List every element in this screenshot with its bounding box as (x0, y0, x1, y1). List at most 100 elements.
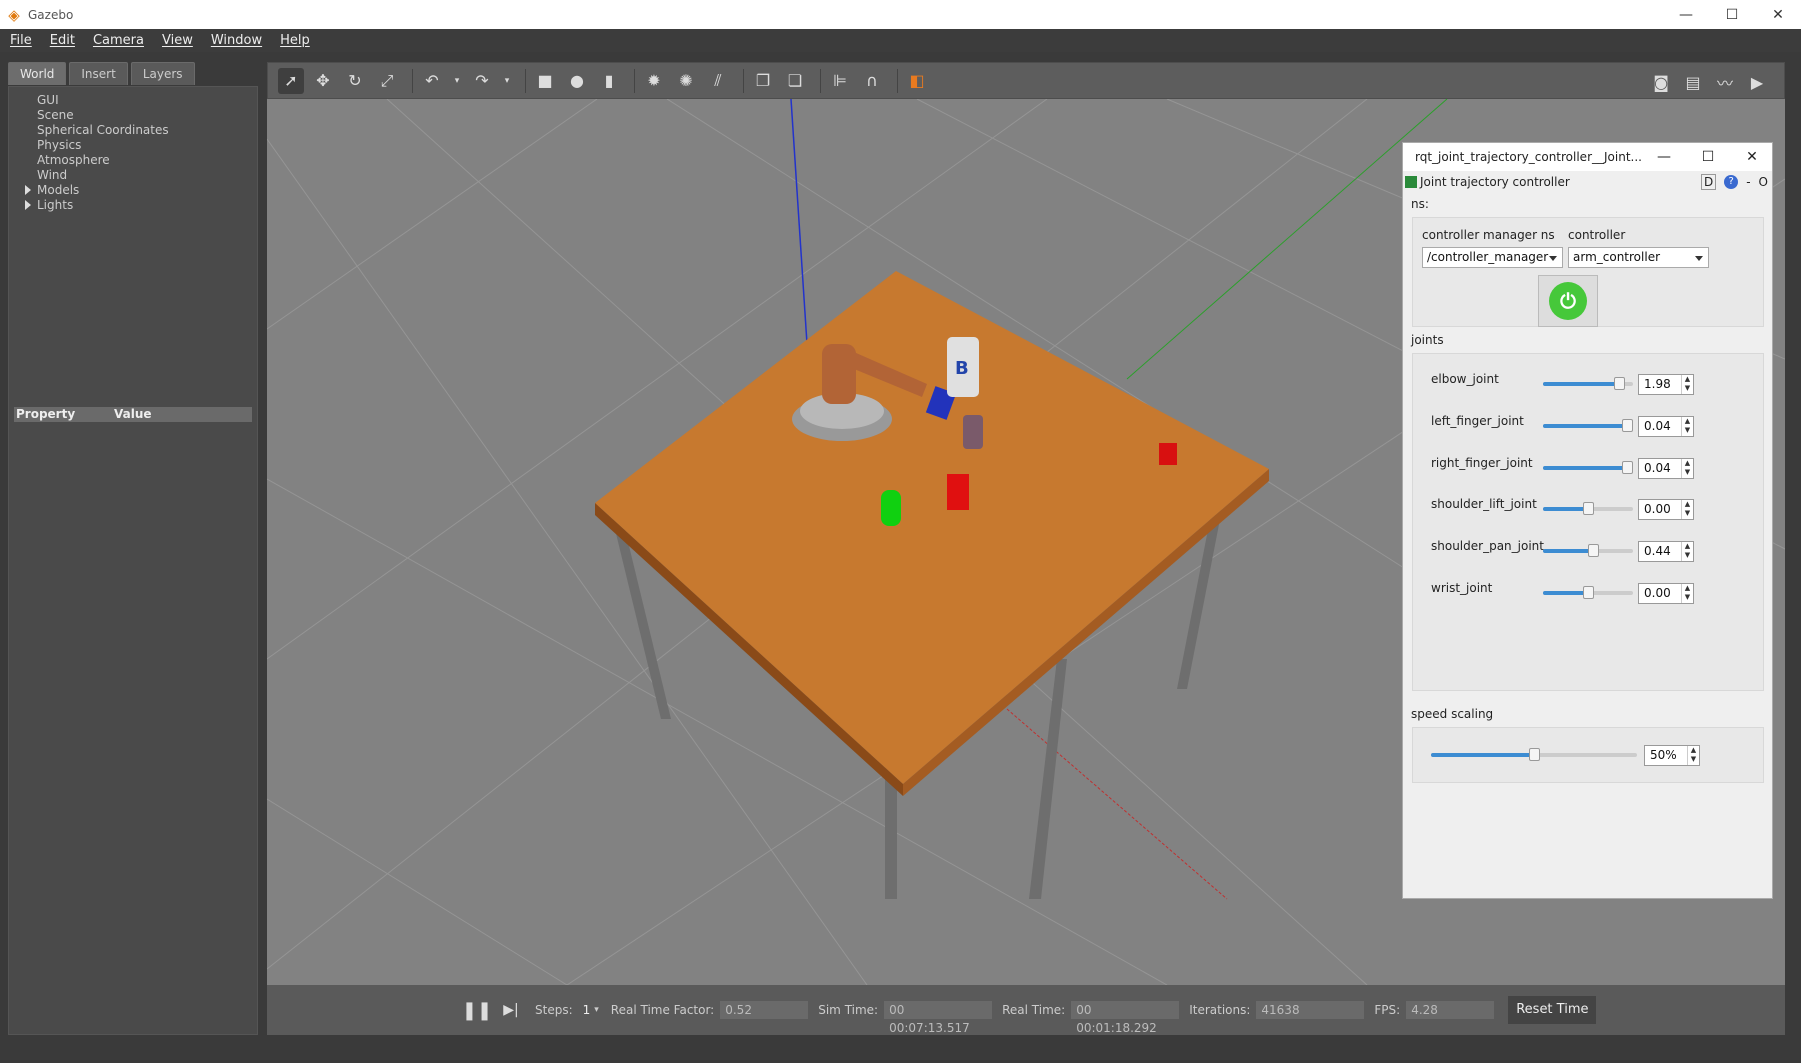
small-can[interactable] (963, 415, 983, 449)
joint-spinbox[interactable]: 0.04 ▲ ▼ (1638, 457, 1694, 479)
red-cube[interactable] (1159, 443, 1177, 465)
log-icon[interactable]: ▤ (1680, 69, 1706, 95)
cylinder-icon[interactable]: ▮ (596, 68, 622, 94)
view-angle-icon[interactable]: ◧ (904, 68, 930, 94)
toolbar-separator (820, 68, 821, 93)
slider-handle[interactable] (1588, 544, 1600, 558)
close-button[interactable]: ✕ (1755, 0, 1801, 29)
copy-icon[interactable]: ❐ (750, 68, 776, 94)
tree-item[interactable]: GUI (23, 93, 169, 108)
rqt-minimize-button[interactable]: — (1642, 149, 1686, 165)
reset-time-button[interactable]: Reset Time (1508, 996, 1597, 1024)
menu-view[interactable]: View (162, 33, 193, 48)
minimize-plugin-button[interactable]: - (1746, 175, 1750, 189)
spin-arrows-icon[interactable]: ▲ ▼ (1681, 416, 1693, 436)
rotate-icon[interactable]: ↻ (342, 68, 368, 94)
rqt-maximize-button[interactable]: ☐ (1686, 149, 1730, 165)
tree-item[interactable]: Scene (23, 108, 169, 123)
joint-spinbox[interactable]: 0.04 ▲ ▼ (1638, 415, 1694, 437)
spin-arrows-icon[interactable]: ▲ ▼ (1681, 375, 1693, 394)
value-column-header: Value (114, 407, 152, 421)
snap-icon[interactable]: ∩ (859, 68, 885, 94)
expand-arrow-icon[interactable] (25, 200, 31, 210)
tab-layers[interactable]: Layers (130, 62, 195, 85)
tab-insert[interactable]: Insert (69, 62, 128, 85)
plot-icon[interactable]: 〰 (1712, 69, 1738, 95)
rqt-close-button[interactable]: ✕ (1730, 149, 1774, 165)
joint-spinbox[interactable]: 0.44 ▲ ▼ (1638, 541, 1694, 563)
pause-icon[interactable]: ❚❚ (462, 1000, 492, 1021)
expand-arrow-icon[interactable] (25, 185, 31, 195)
undo-icon[interactable]: ↶ (419, 68, 445, 94)
joint-slider[interactable] (1543, 377, 1633, 390)
tree-item[interactable]: Spherical Coordinates (23, 123, 169, 138)
speed-slider[interactable] (1431, 748, 1637, 761)
green-cylinder[interactable] (881, 490, 901, 526)
red-block[interactable] (947, 474, 969, 510)
select-icon[interactable]: ➚ (278, 67, 304, 94)
joint-slider[interactable] (1543, 586, 1633, 599)
spot-light-icon[interactable]: ✺ (673, 68, 699, 94)
joint-spinbox[interactable]: 0.00 ▲ ▼ (1638, 499, 1694, 521)
translate-icon[interactable]: ✥ (310, 68, 336, 94)
tree-item[interactable]: Wind (23, 168, 169, 183)
power-button[interactable]: ⏻ (1538, 275, 1598, 327)
joint-slider[interactable] (1543, 460, 1633, 474)
tree-item[interactable]: Atmosphere (23, 153, 169, 168)
tree-item[interactable]: Models (23, 183, 169, 198)
menu-file[interactable]: File (10, 33, 32, 48)
tree-item-label: Atmosphere (37, 153, 110, 167)
video-icon[interactable]: ▶ (1744, 69, 1770, 95)
steps-value[interactable]: 1 (583, 1003, 591, 1017)
menu-camera[interactable]: Camera (93, 33, 144, 48)
joint-spinbox[interactable]: 1.98 ▲ ▼ (1638, 374, 1694, 395)
toolbar-separator (634, 68, 635, 93)
menu-window[interactable]: Window (211, 33, 262, 48)
tree-item-label: Models (37, 183, 80, 197)
step-icon[interactable]: ▶| (501, 1000, 521, 1020)
scale-icon[interactable]: ⤢ (374, 68, 400, 94)
controller-select[interactable]: arm_controller (1568, 247, 1709, 268)
tree-item[interactable]: Lights (23, 198, 169, 213)
slider-handle[interactable] (1582, 502, 1594, 516)
spin-arrows-icon[interactable]: ▲ ▼ (1681, 542, 1693, 562)
chevron-down-icon[interactable]: ▾ (594, 1005, 599, 1015)
point-light-icon[interactable]: ✹ (641, 68, 667, 94)
slider-handle[interactable] (1622, 418, 1633, 432)
dock-button[interactable]: D (1700, 174, 1717, 190)
window-title: Gazebo (28, 7, 74, 22)
help-icon[interactable]: ? (1724, 175, 1739, 189)
joint-slider[interactable] (1543, 418, 1633, 432)
table-top[interactable] (595, 271, 1269, 784)
directional-light-icon[interactable]: ⫽ (705, 68, 731, 94)
box-icon[interactable]: ■ (532, 68, 558, 94)
controller-manager-select[interactable]: /controller_manager (1422, 247, 1563, 268)
joint-slider[interactable] (1543, 544, 1633, 558)
menu-help[interactable]: Help (280, 33, 310, 48)
redo-dropdown-icon[interactable]: ▾ (501, 68, 513, 94)
slider-handle[interactable] (1622, 460, 1633, 474)
maximize-button[interactable]: ☐ (1709, 0, 1755, 29)
slider-handle[interactable] (1582, 586, 1594, 599)
tree-item[interactable]: Physics (23, 138, 169, 153)
slider-handle[interactable] (1528, 748, 1540, 761)
minimize-button[interactable]: — (1663, 0, 1709, 29)
redo-icon[interactable]: ↷ (469, 68, 495, 94)
align-icon[interactable]: ⊫ (827, 68, 853, 94)
spin-arrows-icon[interactable]: ▲ ▼ (1681, 584, 1693, 603)
undo-dropdown-icon[interactable]: ▾ (451, 68, 463, 94)
speed-spinbox[interactable]: 50% ▲ ▼ (1644, 745, 1700, 766)
spin-arrows-icon[interactable]: ▲ ▼ (1687, 746, 1699, 765)
joint-slider[interactable] (1543, 502, 1633, 516)
slider-handle[interactable] (1614, 377, 1626, 390)
iterations-field: 41638 (1256, 1001, 1365, 1019)
sphere-icon[interactable]: ● (564, 68, 590, 94)
spin-arrows-icon[interactable]: ▲ ▼ (1681, 458, 1693, 478)
menu-edit[interactable]: Edit (50, 33, 75, 48)
tab-world[interactable]: World (8, 62, 67, 85)
spin-arrows-icon[interactable]: ▲ ▼ (1681, 500, 1693, 520)
paste-icon[interactable]: ❏ (782, 68, 808, 94)
close-plugin-button[interactable]: O (1759, 175, 1768, 189)
screenshot-icon[interactable]: ◙ (1648, 69, 1674, 95)
joint-spinbox[interactable]: 0.00 ▲ ▼ (1638, 583, 1694, 604)
